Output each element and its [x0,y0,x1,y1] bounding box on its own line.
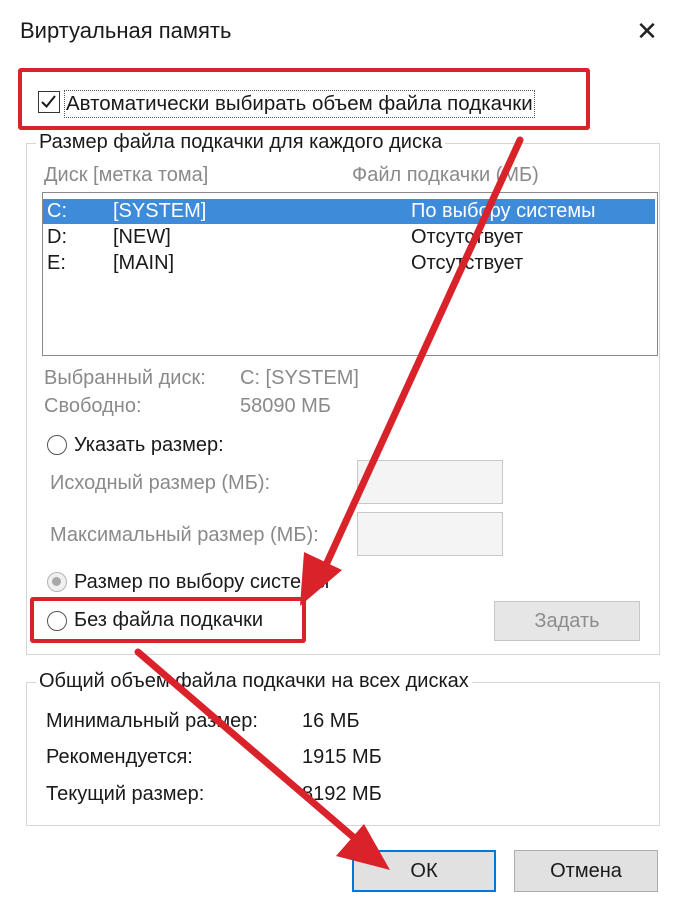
drive-pagefile: Отсутствует [411,226,524,248]
initial-size-input[interactable] [357,460,503,504]
system-managed-radio[interactable] [47,572,67,592]
drive-pagefile: По выбору системы [411,200,596,222]
recommended-value: 1915 МБ [302,746,382,768]
system-managed-label[interactable]: Размер по выбору системы [74,571,329,594]
drive-list[interactable]: C: [SYSTEM] По выбору системы D: [NEW] О… [42,192,658,356]
drive-row-e[interactable]: E: [MAIN] Отсутствует [43,251,655,276]
auto-manage-highlight [18,68,590,130]
radio-dot [52,577,61,586]
selected-drive-value: C: [SYSTEM] [240,367,359,389]
min-size-value: 16 МБ [302,710,360,732]
free-space-value: 58090 МБ [240,395,331,417]
drive-row-d[interactable]: D: [NEW] Отсутствует [43,225,655,250]
drive-label: [SYSTEM] [113,200,207,222]
no-pagefile-radio[interactable] [47,611,67,631]
free-space-label: Свободно: [44,395,142,417]
current-size-value: 8192 МБ [302,783,382,805]
ok-button[interactable]: ОК [352,850,496,892]
min-size-label: Минимальный размер: [46,710,258,732]
max-size-label: Максимальный размер (МБ): [50,524,319,546]
custom-size-radio[interactable] [47,435,67,455]
drive-letter: D: [47,226,67,248]
drive-label: [NEW] [113,226,171,248]
window-title: Виртуальная память [20,18,232,43]
cancel-button[interactable]: Отмена [514,850,658,892]
drive-letter: C: [47,200,67,222]
no-pagefile-label[interactable]: Без файла подкачки [74,609,263,632]
drive-pagefile: Отсутствует [411,252,524,274]
custom-size-label[interactable]: Указать размер: [74,434,224,457]
drive-label: [MAIN] [113,252,175,274]
totals-legend: Общий объем файла подкачки на всех диска… [36,670,472,693]
max-size-input[interactable] [357,512,503,556]
recommended-label: Рекомендуется: [46,746,193,768]
close-icon[interactable]: ✕ [630,14,664,48]
drive-row-c[interactable]: C: [SYSTEM] По выбору системы [43,199,655,224]
current-size-label: Текущий размер: [46,783,205,805]
initial-size-label: Исходный размер (МБ): [50,472,271,494]
selected-drive-label: Выбранный диск: [44,367,206,389]
column-header-drive: Диск [метка тома] [44,164,209,186]
set-button[interactable]: Задать [494,601,640,641]
per-drive-legend: Размер файла подкачки для каждого диска [36,131,446,154]
column-header-pagefile: Файл подкачки (МБ) [352,164,539,186]
drive-letter: E: [47,252,66,274]
